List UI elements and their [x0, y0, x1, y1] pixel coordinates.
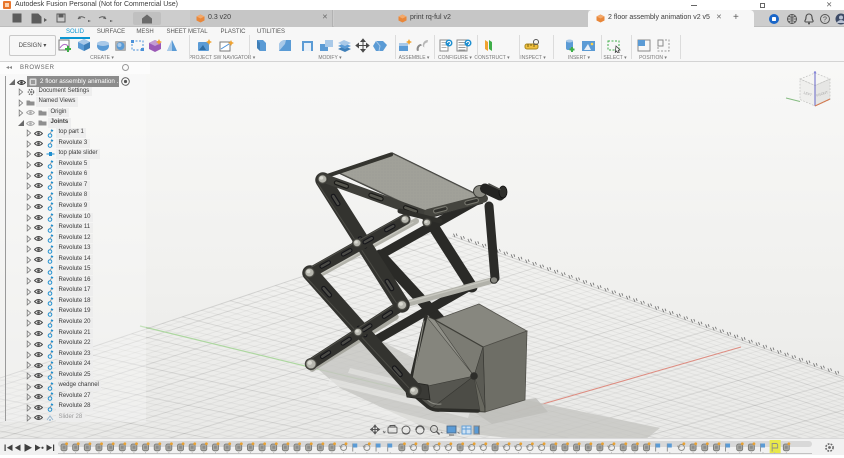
- svg-text:?: ?: [823, 17, 827, 24]
